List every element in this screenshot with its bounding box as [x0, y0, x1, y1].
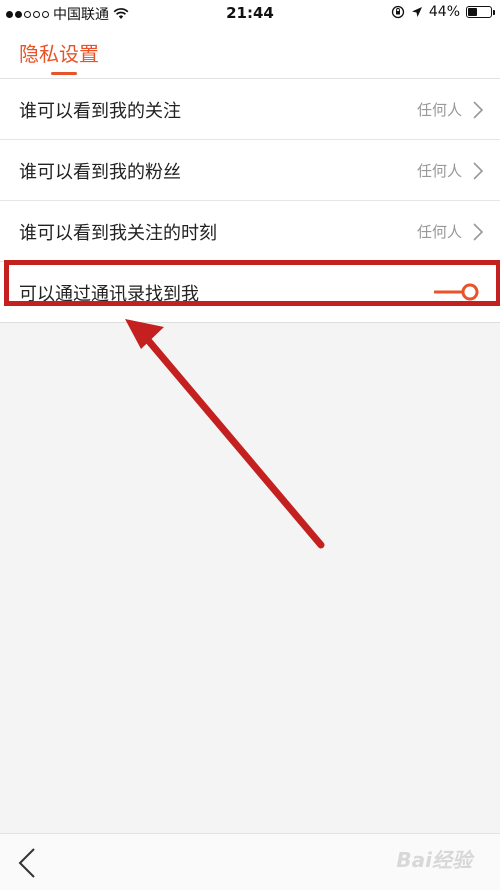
setting-value: 任何人 [416, 223, 462, 241]
setting-row-following-visibility[interactable]: 谁可以看到我的关注 任何人 [0, 79, 500, 140]
setting-label: 谁可以看到我的粉丝 [19, 162, 181, 183]
setting-row-followers-visibility[interactable]: 谁可以看到我的粉丝 任何人 [0, 140, 500, 201]
setting-value: 任何人 [416, 162, 462, 180]
setting-label: 谁可以看到我关注的时刻 [19, 223, 217, 244]
page-title: 隐私设置 [19, 42, 99, 66]
back-chevron-icon[interactable] [16, 846, 38, 880]
location-icon [411, 7, 422, 17]
setting-value: 任何人 [416, 101, 462, 119]
battery-percent: 44% [428, 4, 460, 20]
chevron-right-icon [473, 101, 484, 119]
battery-icon [466, 6, 495, 18]
status-bar: 中国联通 21:44 44% [0, 0, 500, 26]
title-underline [51, 72, 77, 75]
chevron-right-icon [473, 162, 484, 180]
orientation-lock-icon [391, 5, 405, 19]
setting-label: 谁可以看到我的关注 [19, 101, 181, 122]
bottom-bar: Bai经验 [0, 833, 500, 890]
setting-row-moments-visibility[interactable]: 谁可以看到我关注的时刻 任何人 [0, 201, 500, 262]
status-right: 44% [391, 4, 495, 20]
chevron-right-icon [473, 223, 484, 241]
watermark: Bai经验 [396, 848, 472, 872]
highlight-box [4, 260, 500, 306]
